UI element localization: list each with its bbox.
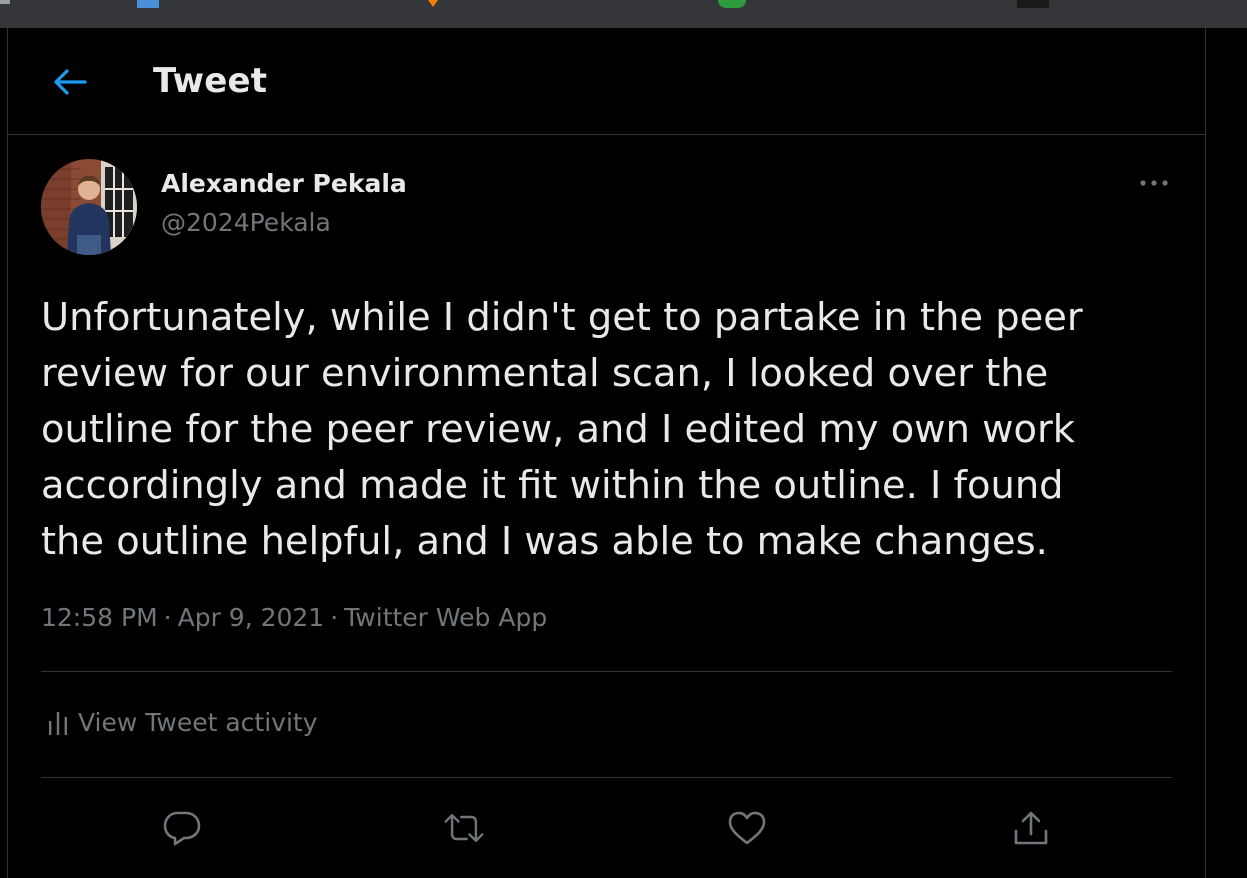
bookmark-favicon[interactable] <box>0 0 10 4</box>
back-button[interactable] <box>46 62 94 102</box>
avatar[interactable] <box>41 159 137 255</box>
back-arrow-icon <box>54 69 87 95</box>
tweet-text-line: outline for the peer review, and I edite… <box>41 407 1076 452</box>
bookmark-favicon[interactable] <box>137 0 159 8</box>
tweet-meta: 12:58 PM · Apr 9, 2021 · Twitter Web App <box>41 603 547 632</box>
tweet-text-line: Unfortunately, while I didn't get to par… <box>41 295 1083 340</box>
more-icon <box>1140 180 1168 186</box>
tweet-time[interactable]: 12:58 PM <box>41 603 158 632</box>
browser-bookmarks-bar <box>0 0 1247 28</box>
tweet-text: Unfortunately, while I didn't get to par… <box>41 290 1181 570</box>
tweet-text-line: accordingly and made it fit within the o… <box>41 463 1064 508</box>
bookmark-favicon[interactable] <box>425 0 441 8</box>
page-header: Tweet <box>8 28 1205 135</box>
page-title: Tweet <box>153 61 268 101</box>
tweet-source[interactable]: Twitter Web App <box>344 603 547 632</box>
tweet-text-line: review for our environmental scan, I loo… <box>41 351 1049 396</box>
heart-icon <box>728 811 766 845</box>
tweet-date[interactable]: Apr 9, 2021 <box>178 603 325 632</box>
retweet-icon <box>444 813 484 843</box>
reply-icon <box>163 811 201 846</box>
like-button[interactable] <box>725 806 769 850</box>
author-handle[interactable]: @2024Pekala <box>161 208 331 237</box>
share-button[interactable] <box>1009 806 1053 850</box>
avatar-photo <box>41 159 137 255</box>
divider <box>41 777 1172 778</box>
tweet-text-line: the outline helpful, and I was able to m… <box>41 519 1048 564</box>
retweet-button[interactable] <box>442 806 486 850</box>
view-tweet-activity-link[interactable]: View Tweet activity <box>48 708 318 737</box>
meta-separator: · <box>163 603 172 632</box>
bookmark-favicon[interactable] <box>718 0 746 8</box>
divider <box>41 671 1172 672</box>
view-tweet-activity-label: View Tweet activity <box>78 708 318 737</box>
tweet-column: Tweet Alexander Pekala @2024Pekala Unfor… <box>7 28 1206 878</box>
share-icon <box>1014 811 1048 845</box>
bookmark-favicon[interactable] <box>1017 0 1049 8</box>
more-options-button[interactable] <box>1134 168 1174 198</box>
author-name[interactable]: Alexander Pekala <box>161 169 407 198</box>
meta-separator: · <box>330 603 339 632</box>
reply-button[interactable] <box>160 806 204 850</box>
analytics-icon <box>49 711 67 735</box>
